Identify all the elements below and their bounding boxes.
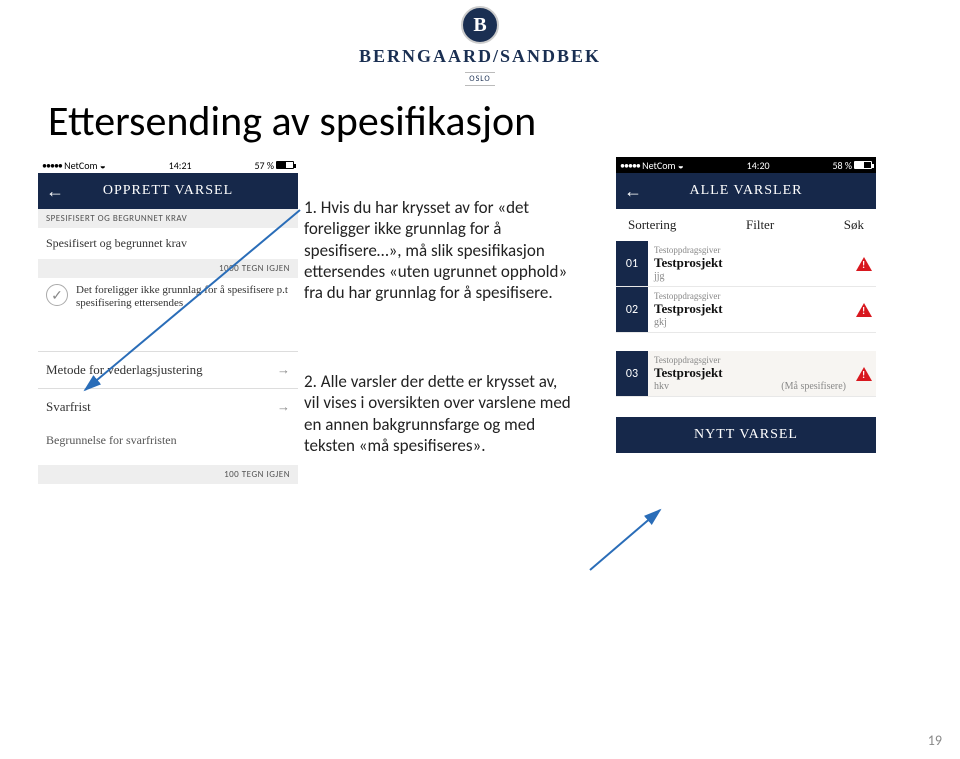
sort-link[interactable]: Sortering bbox=[628, 217, 676, 233]
phone-right-bottom: 03 Testoppdragsgiver Testprosjekt hkv (Må… bbox=[616, 351, 876, 484]
spec-text[interactable]: Spesifisert og begrunnet krav bbox=[38, 228, 298, 259]
logo-circle: B bbox=[461, 6, 499, 44]
item-under: gkj bbox=[654, 317, 667, 328]
char-count: 100 TEGN IGJEN bbox=[38, 465, 298, 484]
carrier: NetCom bbox=[642, 159, 675, 172]
logo-city: OSLO bbox=[465, 72, 494, 86]
brand-logo: B BERNGAARD/SANDBEK OSLO bbox=[0, 0, 960, 86]
filter-link[interactable]: Filter bbox=[746, 217, 774, 233]
reason-text[interactable]: Begrunnelse for svarfristen bbox=[38, 425, 298, 465]
char-count: 1000 TEGN IGJEN bbox=[38, 259, 298, 278]
list-item[interactable]: 02 Testoppdragsgiver Testprosjekt gkj bbox=[616, 287, 876, 333]
page-title: Ettersending av spesifikasjon bbox=[48, 96, 960, 147]
phone-left-top: ••••• NetCom ◒ 14:21 57 % ← OPPRETT VARS… bbox=[38, 157, 298, 333]
warning-icon bbox=[852, 287, 876, 332]
item-number: 03 bbox=[616, 351, 648, 396]
item-under: hkv bbox=[654, 381, 669, 392]
new-alert-button[interactable]: NYTT VARSEL bbox=[616, 417, 876, 453]
status-time: 14:21 bbox=[169, 159, 192, 172]
item-main: Testprosjekt bbox=[654, 365, 846, 381]
status-time: 14:20 bbox=[747, 159, 770, 172]
explanation-text-1: 1. Hvis du har krysset av for «det forel… bbox=[298, 157, 578, 333]
item-number: 01 bbox=[616, 241, 648, 286]
chevron-right-icon: → bbox=[277, 399, 290, 415]
filter-bar: Sortering Filter Søk bbox=[616, 209, 876, 241]
list-item[interactable]: 01 Testoppdragsgiver Testprosjekt jjg bbox=[616, 241, 876, 287]
statusbar: ••••• NetCom ◒ 14:20 58 % bbox=[616, 157, 876, 173]
navbar-title: ALLE VARSLER bbox=[616, 183, 876, 199]
phone-right-top: ••••• NetCom ◒ 14:20 58 % ← ALLE VARSLER… bbox=[616, 157, 876, 333]
item-number: 02 bbox=[616, 287, 648, 332]
warning-icon bbox=[852, 351, 876, 396]
battery-pct: 58 % bbox=[832, 159, 852, 172]
search-link[interactable]: Søk bbox=[844, 217, 864, 233]
checkbox-label: Det foreligger ikke grunnlag for å spesi… bbox=[76, 284, 290, 310]
wifi-icon: ◒ bbox=[100, 159, 106, 172]
item-under: jjg bbox=[654, 271, 665, 282]
logo-text: BERNGAARD/SANDBEK bbox=[0, 46, 960, 67]
carrier: NetCom bbox=[64, 159, 97, 172]
list-item-highlight[interactable]: 03 Testoppdragsgiver Testprosjekt hkv (Må… bbox=[616, 351, 876, 397]
row-method[interactable]: Metode for vederlagsjustering → bbox=[38, 351, 298, 388]
item-main: Testprosjekt bbox=[654, 255, 846, 271]
row-label: Metode for vederlagsjustering bbox=[46, 362, 203, 378]
section-header: SPESIFISERT OG BEGRUNNET KRAV bbox=[38, 209, 298, 228]
chevron-right-icon: → bbox=[277, 362, 290, 378]
navbar-title: OPPRETT VARSEL bbox=[38, 183, 298, 199]
checkbox-row[interactable]: ✓ Det foreligger ikke grunnlag for å spe… bbox=[38, 278, 298, 316]
item-over: Testoppdragsgiver bbox=[654, 245, 846, 255]
item-extra: (Må spesifisere) bbox=[781, 381, 846, 392]
battery-icon bbox=[854, 161, 872, 169]
navbar: ← OPPRETT VARSEL bbox=[38, 173, 298, 209]
wifi-icon: ◒ bbox=[678, 159, 684, 172]
explanation-text-2: 2. Alle varsler der dette er krysset av,… bbox=[298, 351, 578, 484]
item-over: Testoppdragsgiver bbox=[654, 291, 846, 301]
warning-icon bbox=[852, 241, 876, 286]
row-svarfrist[interactable]: Svarfrist → bbox=[38, 388, 298, 425]
check-icon[interactable]: ✓ bbox=[46, 284, 68, 306]
row-label: Svarfrist bbox=[46, 399, 91, 415]
page-number: 19 bbox=[928, 732, 942, 749]
item-over: Testoppdragsgiver bbox=[654, 355, 846, 365]
phone-left-bottom: Metode for vederlagsjustering → Svarfris… bbox=[38, 351, 298, 484]
statusbar: ••••• NetCom ◒ 14:21 57 % bbox=[38, 157, 298, 173]
navbar: ← ALLE VARSLER bbox=[616, 173, 876, 209]
item-main: Testprosjekt bbox=[654, 301, 846, 317]
battery-pct: 57 % bbox=[254, 159, 274, 172]
battery-icon bbox=[276, 161, 294, 169]
